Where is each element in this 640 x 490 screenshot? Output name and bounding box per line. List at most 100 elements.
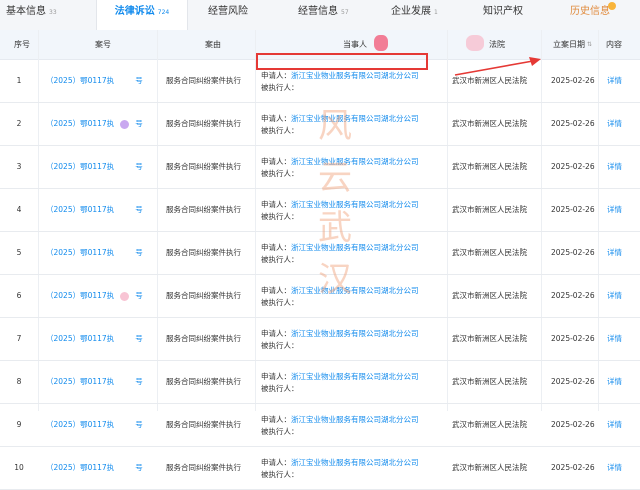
case-number-link[interactable]: （2025）鄂0117执 号: [46, 447, 143, 489]
watermark-char: 汉: [318, 260, 352, 300]
redaction-mark: [120, 206, 129, 215]
case-number-link[interactable]: （2025）鄂0117执 号: [46, 361, 143, 403]
tab-label: 企业发展: [391, 6, 431, 17]
detail-link[interactable]: 详情: [607, 60, 622, 102]
detail-link[interactable]: 详情: [607, 361, 622, 403]
redaction-mark: [466, 35, 484, 51]
case-number-suffix: 号: [135, 377, 143, 386]
detail-link[interactable]: 详情: [607, 275, 622, 317]
case-number-link[interactable]: （2025）鄂0117执 号: [46, 146, 143, 188]
redaction-mark: [120, 335, 129, 344]
applicant-link[interactable]: 浙江宝业物业服务有限公司湖北分公司: [291, 415, 419, 424]
detail-link[interactable]: 详情: [607, 103, 622, 145]
detail-link[interactable]: 详情: [607, 232, 622, 274]
header-case-no: 案号: [95, 40, 111, 49]
respondent-label: 被执行人：: [261, 212, 299, 221]
header-cause: 案由: [205, 40, 221, 49]
case-cause: 服务合同纠纷案件执行: [166, 119, 241, 128]
tab-intellectual-property[interactable]: 知识产权: [483, 0, 523, 30]
header-date[interactable]: 立案日期 ⇅: [553, 30, 592, 59]
tab-business-risk[interactable]: 经营风险: [208, 0, 248, 30]
case-number-link[interactable]: （2025）鄂0117执 号: [46, 232, 143, 274]
table-row: 10 （2025）鄂0117执 号 服务合同纠纷案件执行 申请人：浙江宝业物业服务有限公…: [0, 447, 640, 490]
case-number-prefix: （2025）鄂0117执: [46, 377, 115, 386]
watermark-char: 武: [318, 208, 352, 248]
applicant-link[interactable]: 浙江宝业物业服务有限公司湖北分公司: [291, 286, 419, 295]
tab-enterprise-development[interactable]: 企业发展 1: [391, 0, 438, 30]
case-number-prefix: （2025）鄂0117执: [46, 420, 115, 429]
filing-date: 2025-02-26: [551, 162, 595, 171]
parties-cell: 申请人：浙江宝业物业服务有限公司湖北分公司 被执行人：: [261, 457, 419, 481]
case-number-suffix: 号: [135, 463, 143, 472]
case-number-prefix: （2025）鄂0117执: [46, 463, 115, 472]
case-cause: 服务合同纠纷案件执行: [166, 205, 241, 214]
case-cause: 服务合同纠纷案件执行: [166, 291, 241, 300]
applicant-link[interactable]: 浙江宝业物业服务有限公司湖北分公司: [291, 200, 419, 209]
table-row: 9 （2025）鄂0117执 号 服务合同纠纷案件执行 申请人：浙江宝业物业服务有限公司…: [0, 404, 640, 447]
respondent-label: 被执行人：: [261, 255, 299, 264]
detail-link[interactable]: 详情: [607, 318, 622, 360]
applicant-label: 申请人：: [261, 329, 291, 338]
applicant-label: 申请人：: [261, 286, 291, 295]
applicant-link[interactable]: 浙江宝业物业服务有限公司湖北分公司: [291, 114, 419, 123]
respondent-label: 被执行人：: [261, 169, 299, 178]
sort-icon[interactable]: ⇅: [587, 30, 592, 59]
parties-cell: 申请人：浙江宝业物业服务有限公司湖北分公司被执行人：: [261, 328, 419, 352]
detail-link[interactable]: 详情: [607, 189, 622, 231]
case-number-prefix: （2025）鄂0117执: [46, 248, 115, 257]
filing-date: 2025-02-26: [551, 291, 595, 300]
court-name: 武汉市新洲区人民法院: [452, 420, 527, 429]
detail-link[interactable]: 详情: [607, 404, 622, 446]
applicant-link[interactable]: 浙江宝业物业服务有限公司湖北分公司: [291, 329, 419, 338]
case-number-prefix: （2025）鄂0117执: [46, 291, 115, 300]
case-number-suffix: 号: [135, 420, 143, 429]
applicant-link[interactable]: 浙江宝业物业服务有限公司湖北分公司: [291, 71, 419, 80]
new-badge-icon: [608, 2, 616, 10]
court-name: 武汉市新洲区人民法院: [452, 291, 527, 300]
case-number-suffix: 号: [135, 334, 143, 343]
respondent-label: 被执行人：: [261, 384, 299, 393]
row-index: 3: [16, 162, 22, 171]
filing-date: 2025-02-26: [551, 76, 595, 85]
case-number-link[interactable]: （2025）鄂0117执 号: [46, 189, 143, 231]
court-name: 武汉市新洲区人民法院: [452, 463, 527, 472]
respondent-label: 被执行人：: [261, 341, 299, 350]
header-index: 序号: [14, 40, 30, 49]
filing-date: 2025-02-26: [551, 205, 595, 214]
row-index: 6: [16, 291, 22, 300]
tab-legal-litigation[interactable]: 法律诉讼 724: [96, 0, 188, 30]
tab-label: 历史信息: [570, 6, 610, 17]
highlight-box: [256, 53, 428, 70]
tab-basic-info[interactable]: 基本信息 33: [6, 0, 57, 30]
case-number-link[interactable]: （2025）鄂0117执 号: [46, 318, 143, 360]
row-index: 7: [16, 334, 22, 343]
filing-date: 2025-02-26: [551, 377, 595, 386]
detail-link[interactable]: 详情: [607, 146, 622, 188]
case-number-link[interactable]: （2025）鄂0117执 号: [46, 103, 143, 145]
applicant-label: 申请人：: [261, 415, 291, 424]
case-cause: 服务合同纠纷案件执行: [166, 463, 241, 472]
respondent-label: 被执行人：: [261, 83, 299, 92]
case-number-link[interactable]: （2025）鄂0117执 号: [46, 404, 143, 446]
filing-date: 2025-02-26: [551, 463, 595, 472]
detail-link[interactable]: 详情: [607, 447, 622, 489]
case-number-prefix: （2025）鄂0117执: [46, 119, 115, 128]
applicant-link[interactable]: 浙江宝业物业服务有限公司湖北分公司: [291, 458, 419, 467]
case-number-suffix: 号: [135, 205, 143, 214]
redaction-mark: [120, 421, 129, 430]
case-number-suffix: 号: [135, 248, 143, 257]
case-number-link[interactable]: （2025）鄂0117执 号: [46, 60, 143, 102]
case-number-link[interactable]: （2025）鄂0117执 号: [46, 275, 143, 317]
court-name: 武汉市新洲区人民法院: [452, 377, 527, 386]
applicant-link[interactable]: 浙江宝业物业服务有限公司湖北分公司: [291, 243, 419, 252]
tab-count: 724: [157, 9, 170, 16]
tab-label: 法律诉讼: [114, 6, 155, 17]
applicant-link[interactable]: 浙江宝业物业服务有限公司湖北分公司: [291, 157, 419, 166]
tab-history-info[interactable]: 历史信息: [570, 0, 616, 30]
case-cause: 服务合同纠纷案件执行: [166, 162, 241, 171]
parties-cell: 申请人：浙江宝业物业服务有限公司湖北分公司 被执行人：: [261, 414, 419, 438]
tab-bar: 基本信息 33 法律诉讼 724 经营风险 经营信息 57 企业发展 1 知识产权 历史…: [0, 0, 640, 31]
tab-business-info[interactable]: 经营信息 57: [298, 0, 349, 30]
case-number-suffix: 号: [135, 76, 143, 85]
applicant-link[interactable]: 浙江宝业物业服务有限公司湖北分公司: [291, 372, 419, 381]
